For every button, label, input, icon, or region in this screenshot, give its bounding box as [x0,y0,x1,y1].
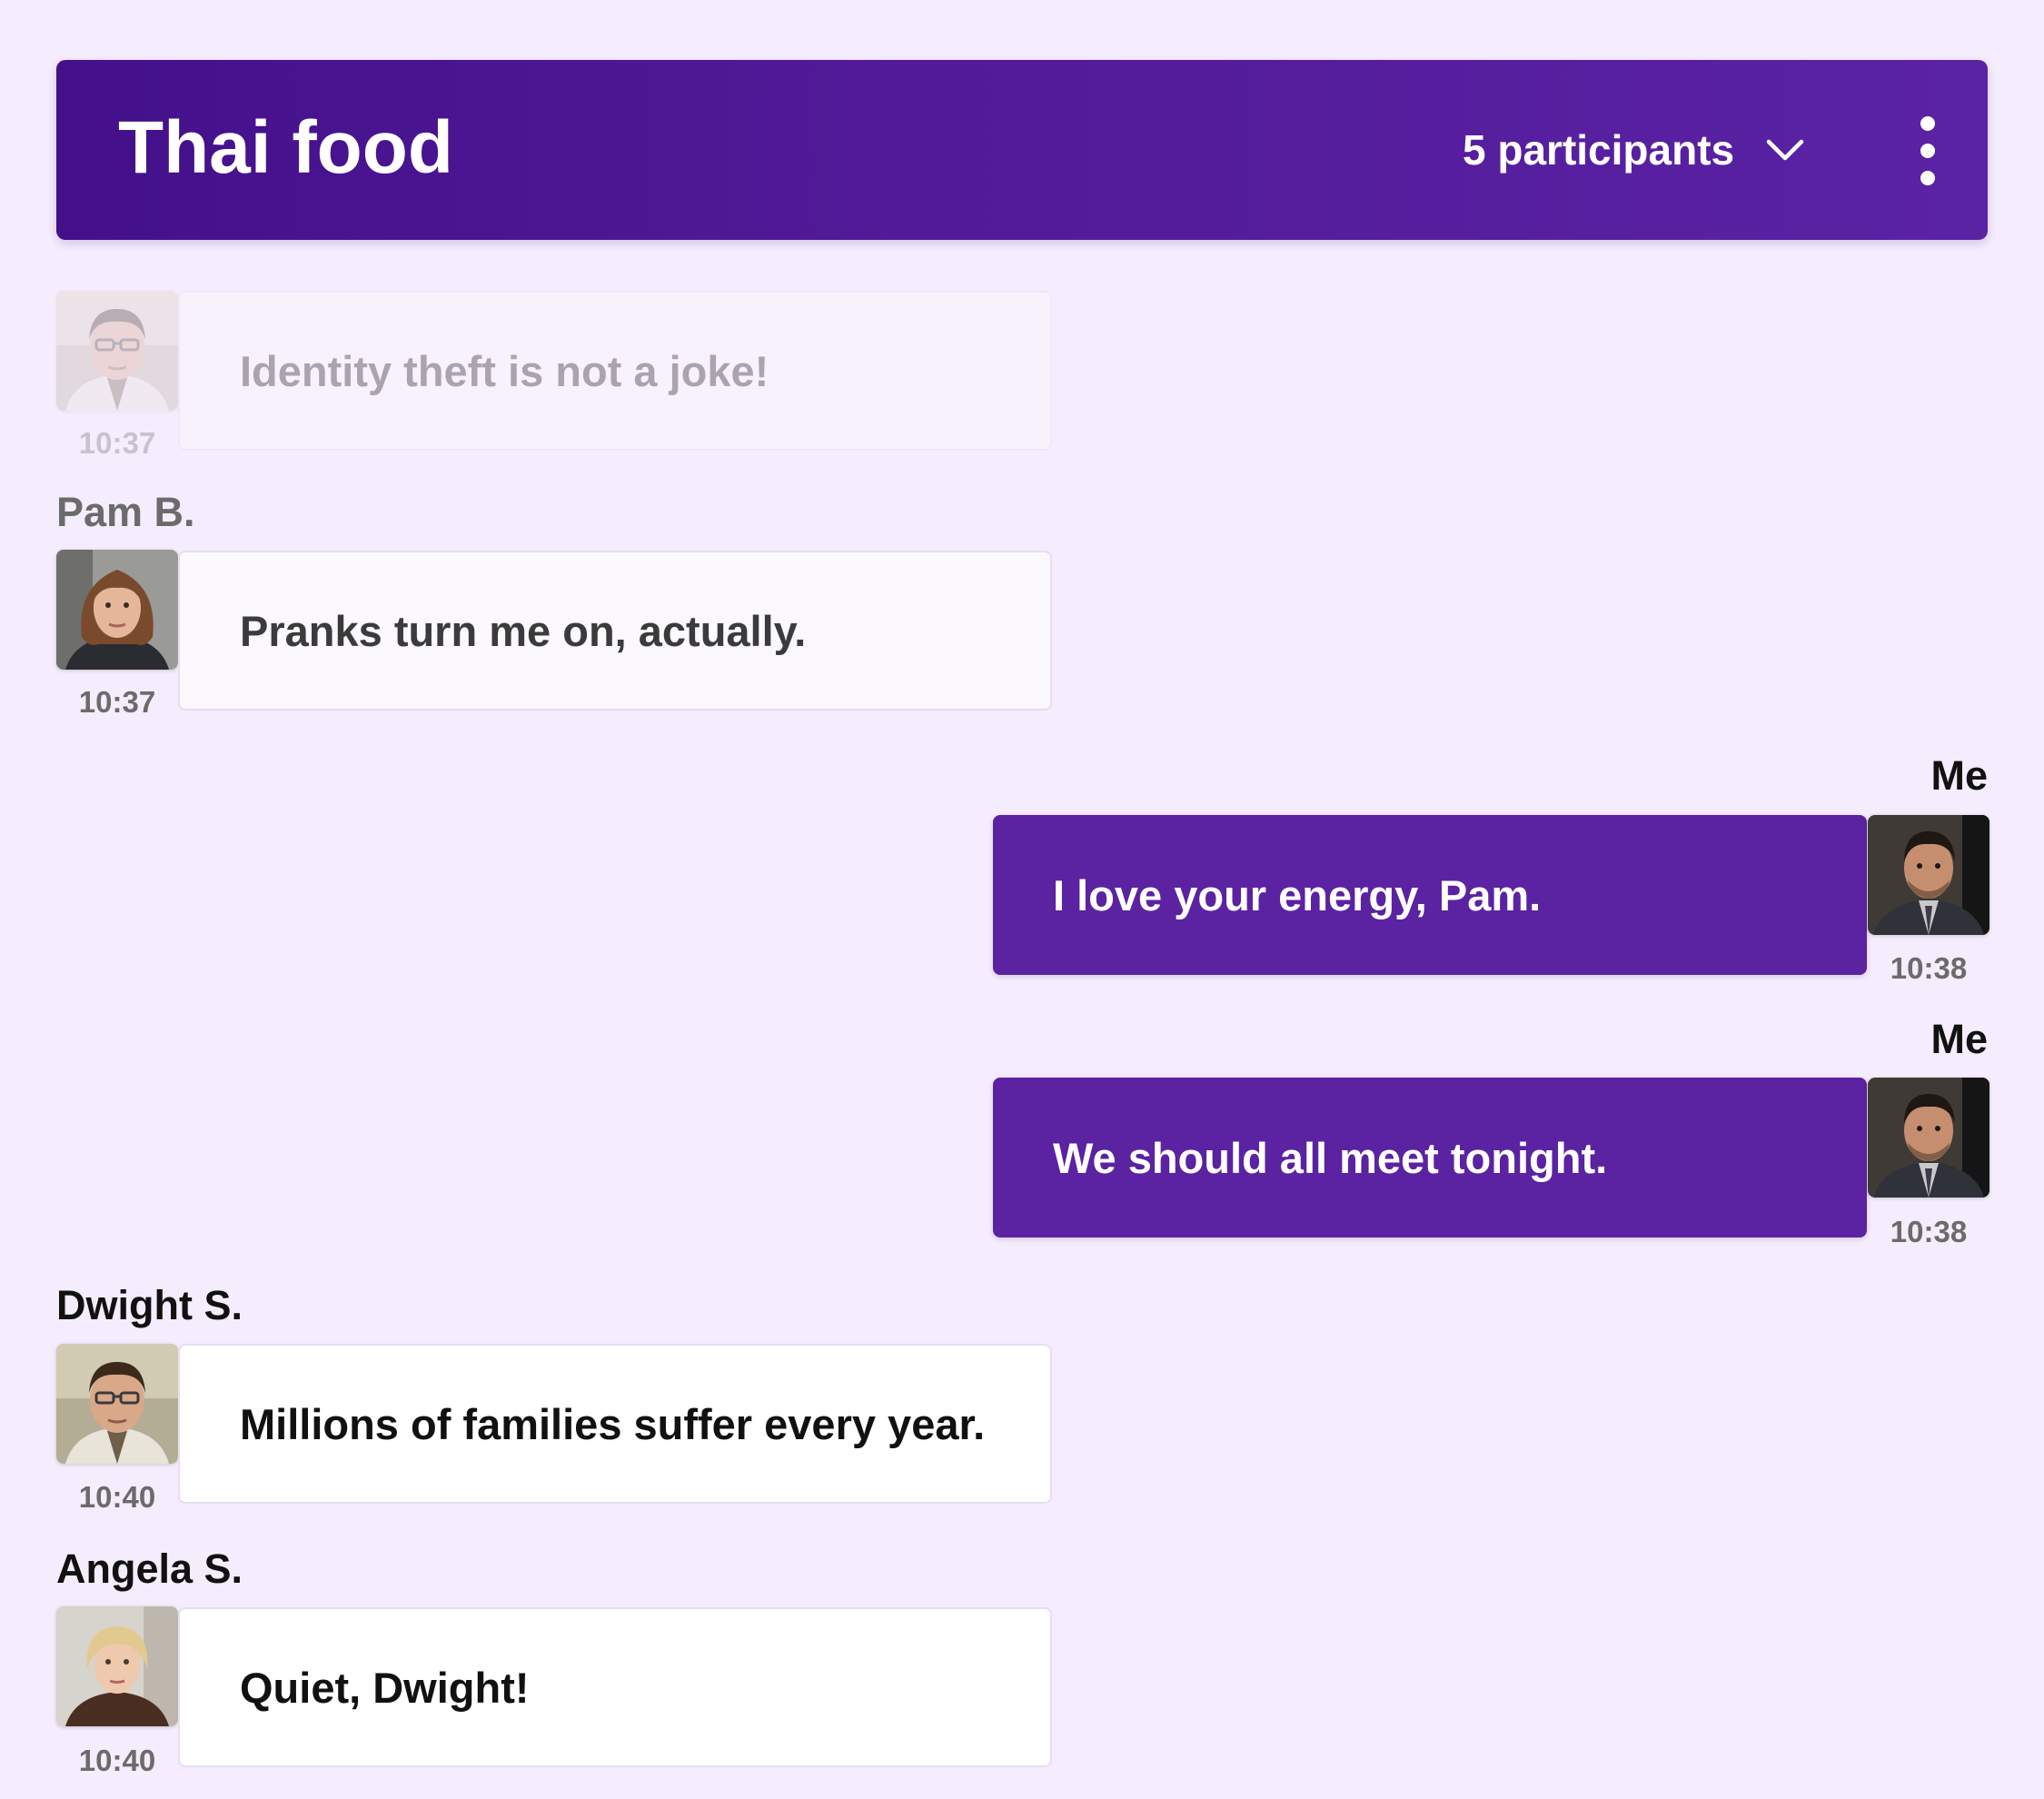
dwight-avatar[interactable] [56,291,178,411]
chat-header: Thai food 5 participants [56,60,1988,240]
message-author: Angela S. [56,1546,243,1592]
pam-avatar[interactable] [56,550,178,670]
message-author: Dwight S. [56,1282,243,1328]
message-bubble[interactable]: Identity theft is not a joke! [178,291,1052,451]
message-bubble[interactable]: I love your energy, Pam. [993,815,1867,975]
message-bubble[interactable]: Pranks turn me on, actually. [178,551,1052,711]
message-time: 10:37 [78,426,156,460]
message-time: 10:37 [78,685,156,719]
message-bubble[interactable]: Millions of families suffer every year. [178,1344,1052,1504]
message-time: 10:38 [1890,1215,1968,1248]
message-bubble[interactable]: We should all meet tonight. [993,1078,1867,1237]
me-avatar[interactable] [1868,815,1989,935]
message-author: Me [1930,752,1988,799]
message-time: 10:40 [78,1744,156,1777]
participants-dropdown[interactable]: 5 participants [1463,129,1805,171]
me-avatar[interactable] [1868,1078,1989,1198]
more-vertical-icon[interactable] [1906,113,1950,189]
message-author: Pam B. [56,489,195,535]
dwight-avatar[interactable] [56,1344,178,1464]
participants-count: 5 participants [1463,126,1735,174]
angela-avatar[interactable] [56,1606,178,1726]
message-time: 10:40 [78,1480,156,1514]
chevron-down-icon [1766,139,1804,161]
message-time: 10:38 [1890,951,1968,985]
message-bubble[interactable]: Quiet, Dwight! [178,1607,1052,1767]
message-author: Me [1930,1016,1988,1062]
chat-title: Thai food [118,106,453,189]
